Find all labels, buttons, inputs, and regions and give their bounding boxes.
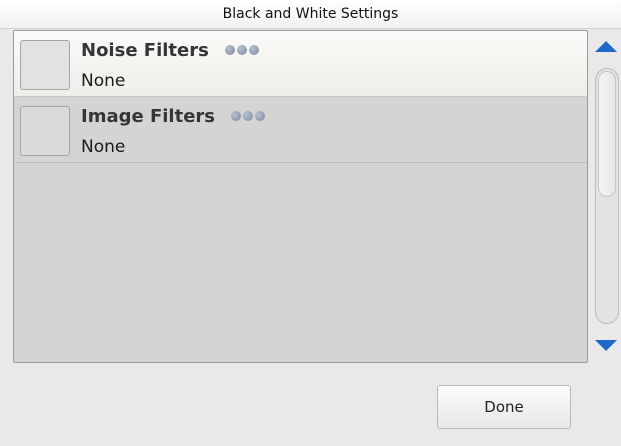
arrow-up-icon[interactable] — [591, 32, 621, 62]
title-bar: Black and White Settings — [0, 0, 621, 29]
setting-checkbox[interactable] — [20, 106, 70, 156]
arrow-down-icon[interactable] — [591, 330, 621, 360]
setting-label: Image Filters — [81, 106, 215, 127]
more-dots-icon[interactable] — [225, 39, 261, 60]
settings-list: Noise Filters None Image Filters None — [13, 30, 588, 363]
setting-label: Noise Filters — [81, 40, 209, 61]
setting-label-row: Image Filters — [81, 106, 267, 128]
setting-row-image-filters[interactable]: Image Filters None — [14, 97, 587, 163]
setting-checkbox[interactable] — [20, 40, 70, 90]
more-dots-icon[interactable] — [231, 105, 267, 126]
scrollbar-track[interactable] — [595, 68, 619, 324]
window-title: Black and White Settings — [222, 6, 399, 22]
done-button[interactable]: Done — [437, 385, 571, 429]
setting-label-row: Noise Filters — [81, 40, 261, 62]
setting-value: None — [81, 137, 126, 157]
setting-row-noise-filters[interactable]: Noise Filters None — [14, 31, 587, 97]
setting-value: None — [81, 71, 126, 91]
scrollbar-thumb[interactable] — [598, 71, 616, 197]
